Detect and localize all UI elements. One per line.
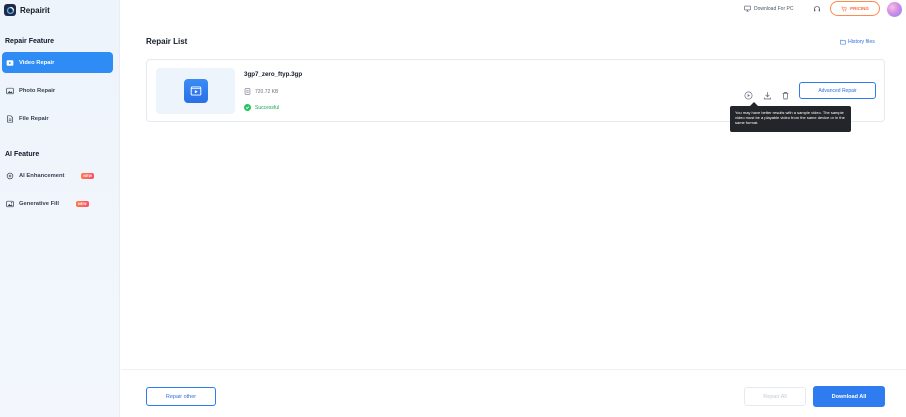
headset-icon[interactable] (813, 5, 821, 13)
play-icon[interactable] (744, 87, 753, 100)
sidebar-item-photo-repair[interactable]: Photo Repair (2, 80, 113, 101)
sidebar-item-video-repair[interactable]: Video Repair (2, 52, 113, 73)
monitor-icon (744, 5, 751, 12)
sidebar-item-label: Video Repair (19, 59, 55, 66)
pricing-button[interactable]: PRICING (830, 1, 880, 16)
ai-feature-title: AI Feature (5, 151, 40, 158)
page-title: Repair List (146, 37, 188, 46)
repairit-logo-icon (4, 4, 16, 16)
sidebar-item-label: Generative Fill (19, 200, 59, 207)
pricing-label: PRICING (850, 6, 869, 11)
folder-icon (840, 39, 846, 45)
sidebar-item-file-repair[interactable]: File Repair (2, 108, 113, 129)
advanced-repair-tooltip: You may have better results with a sampl… (730, 102, 851, 132)
sparkle-icon (6, 172, 14, 180)
history-files-label: History files (848, 39, 875, 45)
history-files-link[interactable]: History files (840, 39, 875, 45)
video-file-icon (183, 79, 208, 103)
advanced-repair-button[interactable]: Advanced Repair (799, 82, 876, 99)
repair-all-button[interactable]: Repair All (744, 387, 806, 406)
sidebar-item-label: File Repair (19, 115, 49, 122)
repair-feature-title: Repair Feature (5, 38, 55, 45)
new-badge: NEW (81, 172, 95, 179)
photo-icon (6, 87, 14, 95)
file-name: 3gp7_zero_ftyp.3gp (244, 71, 303, 78)
file-icon (6, 114, 14, 123)
app-name: Repairit (20, 5, 50, 15)
status-badge: Successful (244, 104, 279, 111)
file-size: 720.72 KB (244, 88, 278, 95)
cart-icon (841, 6, 847, 11)
video-thumbnail (156, 68, 235, 114)
avatar[interactable] (887, 2, 902, 17)
file-size-icon (244, 88, 251, 95)
repair-other-button[interactable]: Repair other (146, 387, 216, 406)
download-all-button[interactable]: Download All (813, 386, 885, 407)
download-for-pc-link[interactable]: Download For PC (744, 5, 793, 12)
check-circle-icon (244, 104, 251, 111)
download-icon[interactable] (763, 87, 772, 100)
file-size-value: 720.72 KB (255, 88, 279, 95)
sidebar-item-label: AI Enhancement (19, 172, 65, 179)
sidebar-item-ai-enhancement[interactable]: AI Enhancement NEW (2, 165, 113, 186)
status-text: Successful (255, 104, 280, 111)
sidebar-item-generative-fill[interactable]: Generative Fill NEW (2, 193, 113, 214)
download-for-pc-label: Download For PC (754, 5, 794, 12)
video-icon (6, 59, 14, 67)
sidebar-item-label: Photo Repair (19, 87, 56, 94)
top-bar: Download For PC PRICING (121, 0, 906, 20)
new-badge: NEW (75, 200, 89, 207)
sidebar: Repairit Repair Feature Video Repair Pho… (0, 0, 120, 417)
trash-icon[interactable] (781, 87, 790, 100)
brand: Repairit (4, 3, 50, 17)
image-fill-icon (6, 200, 14, 208)
